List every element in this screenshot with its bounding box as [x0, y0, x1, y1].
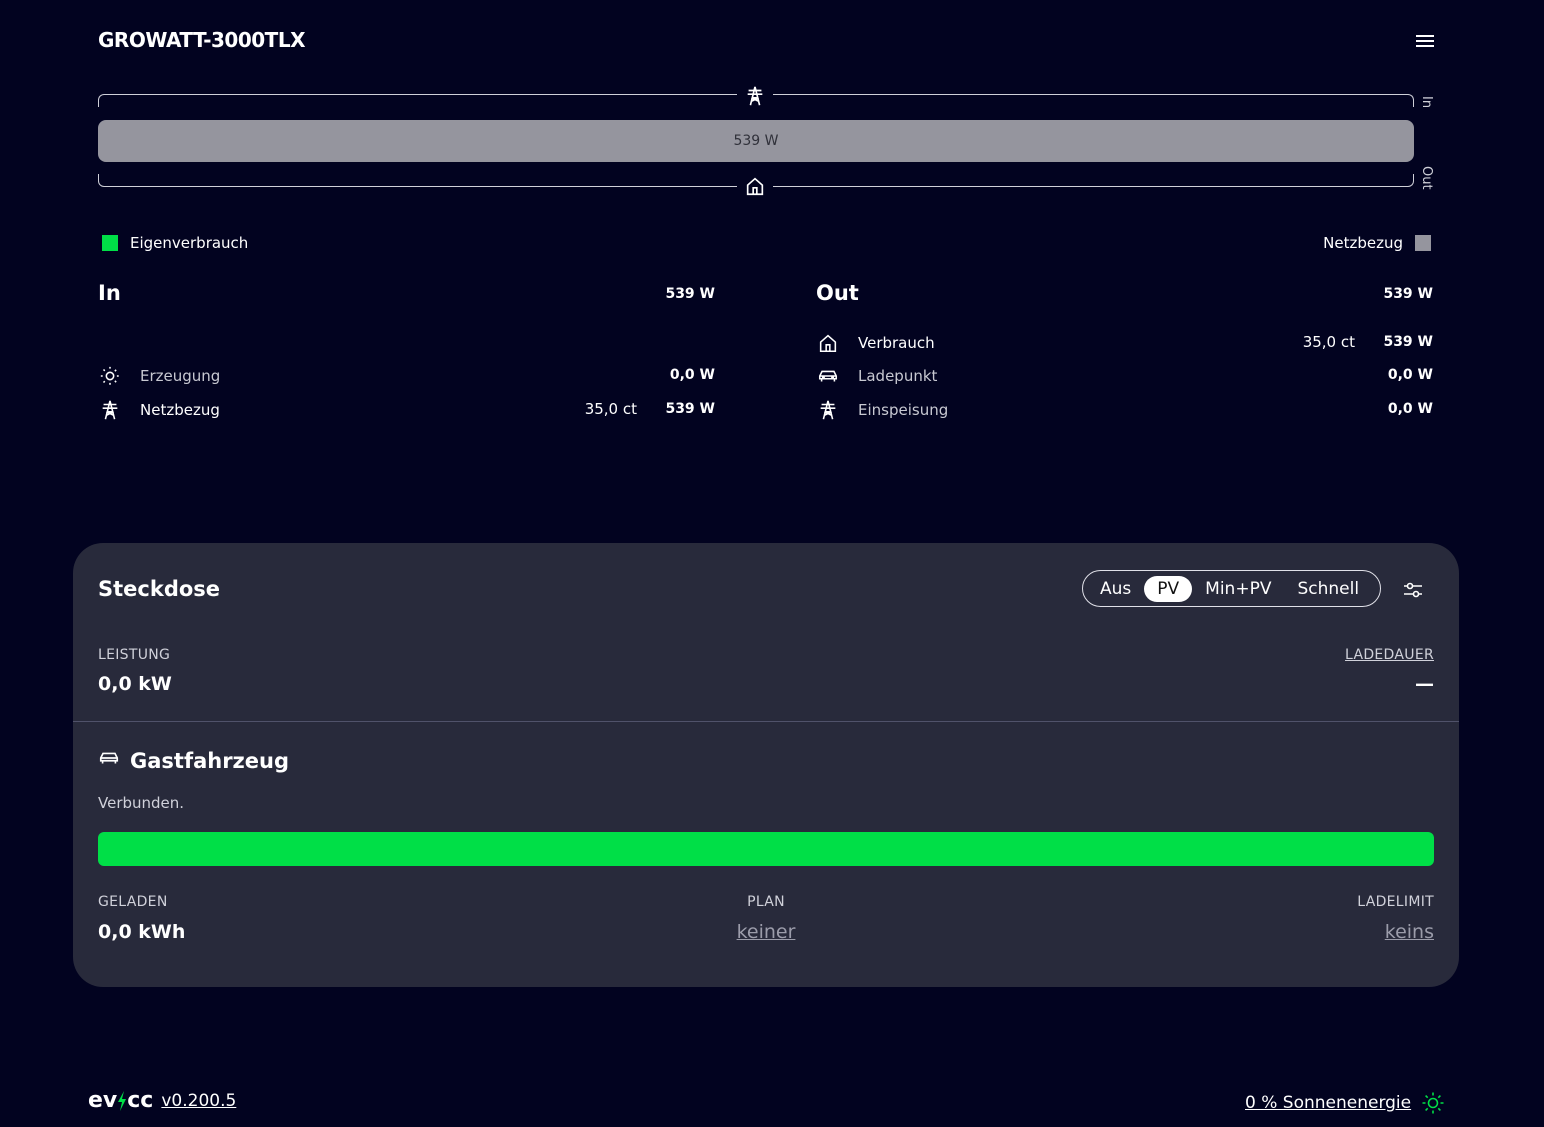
bolt-icon: [118, 1090, 127, 1111]
out-row-feedin: Einspeisung: [816, 398, 948, 422]
site-title: GROWATT-3000TLX: [98, 28, 305, 52]
power-value: 0,0 kW: [98, 673, 172, 695]
menu-icon[interactable]: [1414, 32, 1436, 50]
loadpoint-card: Steckdose Aus PV Min+PV Schnell LEISTUNG…: [73, 543, 1459, 987]
power-tower-icon: [816, 398, 840, 422]
legend-grid-import: Netzbezug: [1323, 234, 1431, 252]
out-row-consumption: Verbrauch: [816, 331, 935, 355]
power-tower-icon: [737, 82, 773, 110]
mode-fast-button[interactable]: Schnell: [1284, 576, 1372, 602]
charge-mode-selector: Aus PV Min+PV Schnell: [1082, 570, 1381, 607]
grid-import-swatch: [1415, 235, 1431, 251]
sun-icon: [98, 364, 122, 388]
loadpoint-value: 0,0 W: [1387, 367, 1433, 383]
vehicle-title: Gastfahrzeug: [98, 747, 289, 774]
in-vertical-label: In: [1419, 96, 1434, 109]
mode-minpv-button[interactable]: Min+PV: [1192, 576, 1284, 602]
sun-icon: [1422, 1092, 1444, 1114]
in-row-grid: Netzbezug: [98, 398, 220, 422]
in-title: In: [98, 281, 121, 305]
grid-import-value: 539 W: [665, 401, 715, 417]
generation-value: 0,0 W: [669, 367, 715, 383]
grid-import-bar: 539 W: [98, 120, 1414, 162]
power-tower-icon: [98, 398, 122, 422]
vehicle-status: Verbunden.: [98, 794, 185, 812]
legend-self-consumption: Eigenverbrauch: [102, 234, 248, 252]
out-row-loadpoint: Ladepunkt: [816, 364, 937, 388]
charge-duration-value: —: [1415, 673, 1434, 695]
feedin-label: Einspeisung: [858, 401, 949, 419]
consumption-value: 539 W: [1383, 334, 1433, 350]
generation-label: Erzeugung: [140, 367, 221, 385]
charged-value: 0,0 kWh: [98, 921, 186, 943]
mode-off-button[interactable]: Aus: [1087, 576, 1144, 602]
legend-grid-import-label: Netzbezug: [1323, 234, 1403, 252]
flow-bar-value: 539 W: [733, 133, 779, 149]
logo-right: cc: [127, 1088, 154, 1113]
power-label: LEISTUNG: [98, 647, 171, 663]
settings-sliders-icon[interactable]: [1401, 578, 1425, 602]
car-icon: [816, 364, 840, 388]
solar-share-link[interactable]: 0 % Sonnenenergie: [1245, 1091, 1445, 1115]
in-row-generation: Erzeugung: [98, 364, 220, 388]
home-icon: [737, 172, 773, 200]
vehicle-name[interactable]: Gastfahrzeug: [130, 749, 289, 773]
loadpoint-label: Ladepunkt: [858, 367, 938, 385]
in-total: 539 W: [665, 286, 715, 302]
limit-label: LADELIMIT: [1357, 894, 1434, 910]
charge-duration-link[interactable]: LADEDAUER: [1345, 647, 1434, 663]
charged-label: GELADEN: [98, 894, 168, 910]
out-total: 539 W: [1383, 286, 1433, 302]
loadpoint-title: Steckdose: [98, 577, 221, 601]
out-title: Out: [816, 281, 859, 305]
mode-pv-button[interactable]: PV: [1144, 575, 1193, 602]
logo-left: ev: [88, 1088, 118, 1113]
feedin-value: 0,0 W: [1387, 401, 1433, 417]
consumption-label: Verbrauch: [858, 334, 935, 352]
solar-share-text: 0 % Sonnenenergie: [1245, 1093, 1412, 1113]
plan-link[interactable]: keiner: [666, 921, 866, 943]
version-link[interactable]: v0.200.5: [161, 1091, 236, 1111]
evcc-logo: ev cc v0.200.5: [88, 1088, 236, 1113]
home-icon: [816, 331, 840, 355]
legend-self-consumption-label: Eigenverbrauch: [130, 234, 249, 252]
self-consumption-swatch: [102, 235, 118, 251]
limit-link[interactable]: keins: [1385, 921, 1434, 943]
car-icon: [98, 747, 120, 774]
out-vertical-label: Out: [1419, 166, 1434, 190]
grid-import-label: Netzbezug: [140, 401, 220, 419]
plan-label: PLAN: [747, 894, 785, 910]
card-divider: [73, 721, 1459, 722]
charge-progress-bar: [98, 832, 1434, 866]
